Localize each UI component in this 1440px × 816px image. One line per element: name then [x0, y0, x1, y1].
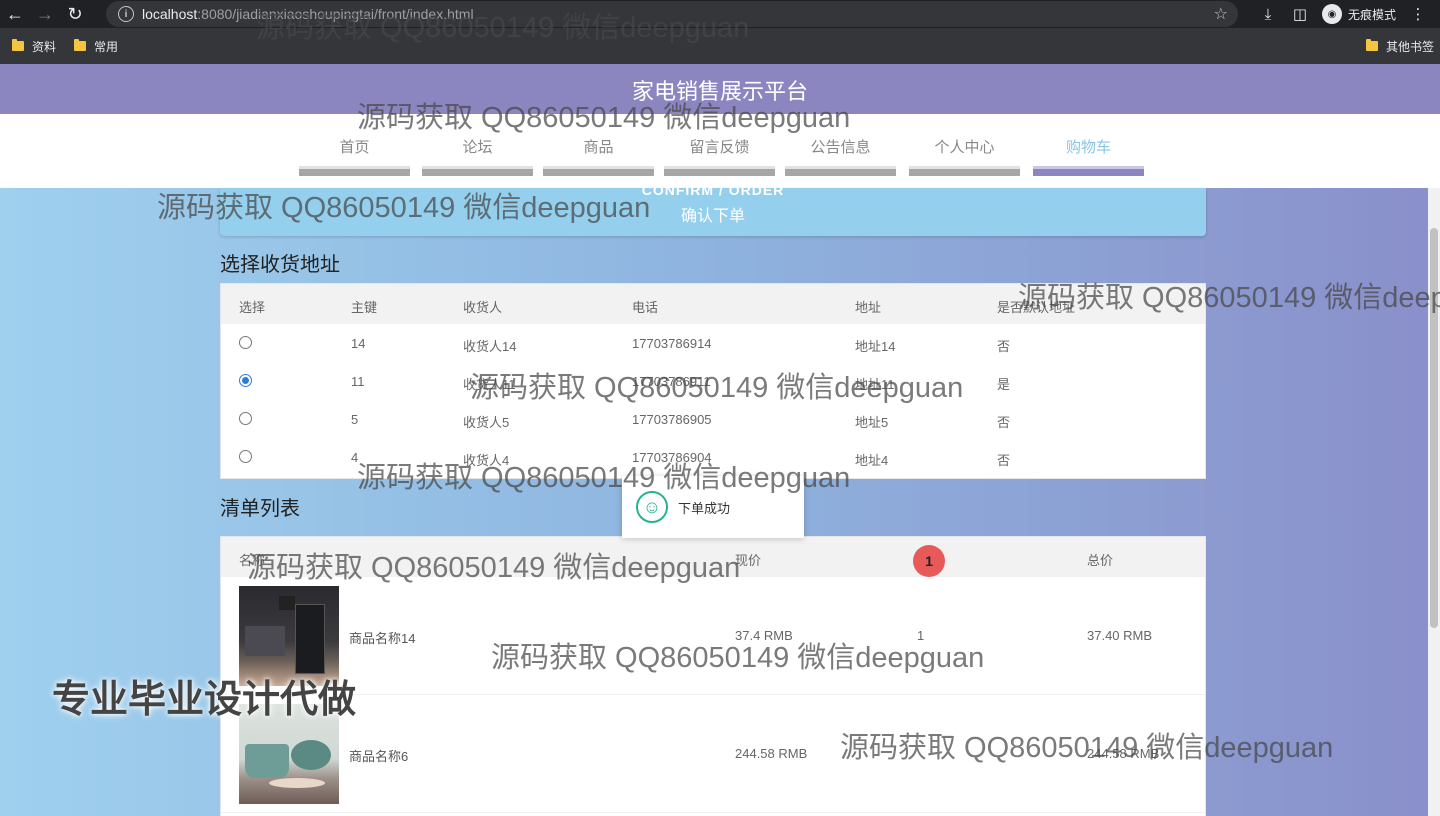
nav-label: 留言反馈	[689, 139, 750, 156]
folder-icon	[1365, 39, 1378, 51]
url-host: localhost	[142, 6, 198, 22]
address-radio[interactable]	[239, 450, 252, 463]
nav-underline	[664, 166, 775, 176]
column-header: 总价	[1087, 553, 1114, 568]
watermark-text: 源码获取 QQ86050149 微信deepguan	[247, 552, 741, 584]
site-info-icon[interactable]: i	[118, 6, 134, 22]
incognito-icon: ◉	[1321, 4, 1342, 24]
menu-icon[interactable]: ⋮	[1408, 5, 1428, 23]
watermark-text: 源码获取 QQ86050149 微信deepguan	[470, 372, 964, 404]
folder-icon	[74, 39, 87, 51]
column-header: 收货人	[463, 300, 503, 315]
address-default: 否	[997, 339, 1011, 354]
nav-label: 商品	[583, 139, 614, 156]
product-name: 商品名称14	[349, 631, 416, 646]
address-text: 地址5	[855, 415, 889, 430]
forward-icon[interactable]: →	[30, 0, 60, 28]
image-detail	[245, 626, 285, 656]
incognito-indicator[interactable]: ◉ 无痕模式	[1321, 4, 1396, 24]
column-header: 选择	[239, 300, 266, 315]
nav-label: 首页	[339, 139, 370, 156]
address-name: 收货人14	[463, 339, 517, 354]
quantity-badge: 1	[913, 545, 945, 577]
side-panel-icon[interactable]: ◫	[1290, 5, 1310, 23]
product-price: 244.58 RMB	[735, 746, 808, 761]
address-name: 收货人5	[463, 415, 510, 430]
address-id: 11	[351, 374, 365, 389]
bookmark-label: 资料	[32, 39, 57, 54]
image-detail	[295, 604, 325, 674]
nav-item-profile[interactable]: 个人中心	[909, 114, 1020, 188]
nav-underline	[1033, 166, 1144, 176]
promo-watermark: 专业毕业设计代做	[52, 679, 357, 721]
address-text: 地址14	[855, 339, 896, 354]
address-radio[interactable]	[239, 412, 252, 425]
address-default: 否	[997, 453, 1011, 468]
address-radio[interactable]	[239, 374, 252, 387]
bookmark-folder[interactable]: 资料	[12, 38, 56, 55]
address-phone: 17703786905	[632, 412, 712, 427]
folder-icon	[12, 39, 24, 51]
column-header: 地址	[855, 300, 882, 315]
bookmark-folder[interactable]: 常用	[74, 38, 118, 55]
other-bookmarks-label: 其他书签	[1385, 39, 1434, 54]
nav-label: 公告信息	[810, 139, 871, 156]
nav-label: 购物车	[1065, 139, 1111, 156]
watermark-text: 源码获取 QQ86050149 微信deepguan	[357, 102, 851, 134]
watermark-text: 源码获取 QQ86050149 微信deepguan	[357, 462, 851, 494]
address-id: 14	[351, 336, 366, 351]
address-default: 是	[997, 377, 1011, 392]
nav-underline	[422, 166, 533, 176]
image-detail	[269, 778, 325, 788]
image-detail	[245, 744, 289, 778]
watermark-text: 源码获取 QQ86050149 微信deepguan	[491, 642, 985, 674]
watermark-text: 源码获取 QQ86050149 微信deepguan	[1018, 282, 1440, 314]
bookmark-star-icon[interactable]: ☆	[1214, 4, 1228, 24]
order-list-title: 清单列表	[220, 498, 300, 520]
nav-label: 个人中心	[934, 139, 995, 156]
column-header: 主键	[351, 300, 378, 315]
watermark-text: 源码获取 QQ86050149 微信deepguan	[157, 192, 651, 224]
product-total: 37.40 RMB	[1087, 628, 1153, 643]
browser-actions: ⤓ ◫ ◉ 无痕模式 ⋮	[1258, 0, 1440, 28]
nav-underline	[909, 166, 1020, 176]
nav-underline	[785, 166, 896, 176]
table-row[interactable]: 14 收货人14 17703786914 地址14 否	[221, 324, 1205, 362]
nav-underline	[299, 166, 410, 176]
image-detail	[279, 596, 295, 610]
address-text: 地址4	[855, 453, 889, 468]
address-default: 否	[997, 415, 1011, 430]
product-name: 商品名称6	[349, 749, 409, 764]
incognito-label: 无痕模式	[1347, 7, 1396, 22]
address-section-title: 选择收货地址	[220, 254, 340, 276]
toast-message: 下单成功	[678, 500, 731, 516]
nav-label: 论坛	[462, 139, 493, 156]
address-radio[interactable]	[239, 336, 252, 349]
address-id: 5	[351, 412, 359, 427]
nav-item-cart[interactable]: 购物车	[1033, 114, 1144, 188]
column-header: 电话	[632, 300, 659, 315]
watermark-text: 源码获取 QQ86050149 微信deepguan	[256, 12, 750, 44]
bookmark-label: 常用	[94, 39, 119, 54]
watermark-text: 源码获取 QQ86050149 微信deepguan	[840, 732, 1334, 764]
back-icon[interactable]: ←	[0, 0, 30, 28]
other-bookmarks[interactable]: 其他书签	[1365, 28, 1434, 64]
reload-icon[interactable]: ↻	[60, 0, 90, 28]
nav-underline	[543, 166, 654, 176]
download-icon[interactable]: ⤓	[1258, 6, 1278, 23]
image-detail	[291, 740, 331, 770]
address-phone: 17703786914	[632, 336, 712, 351]
